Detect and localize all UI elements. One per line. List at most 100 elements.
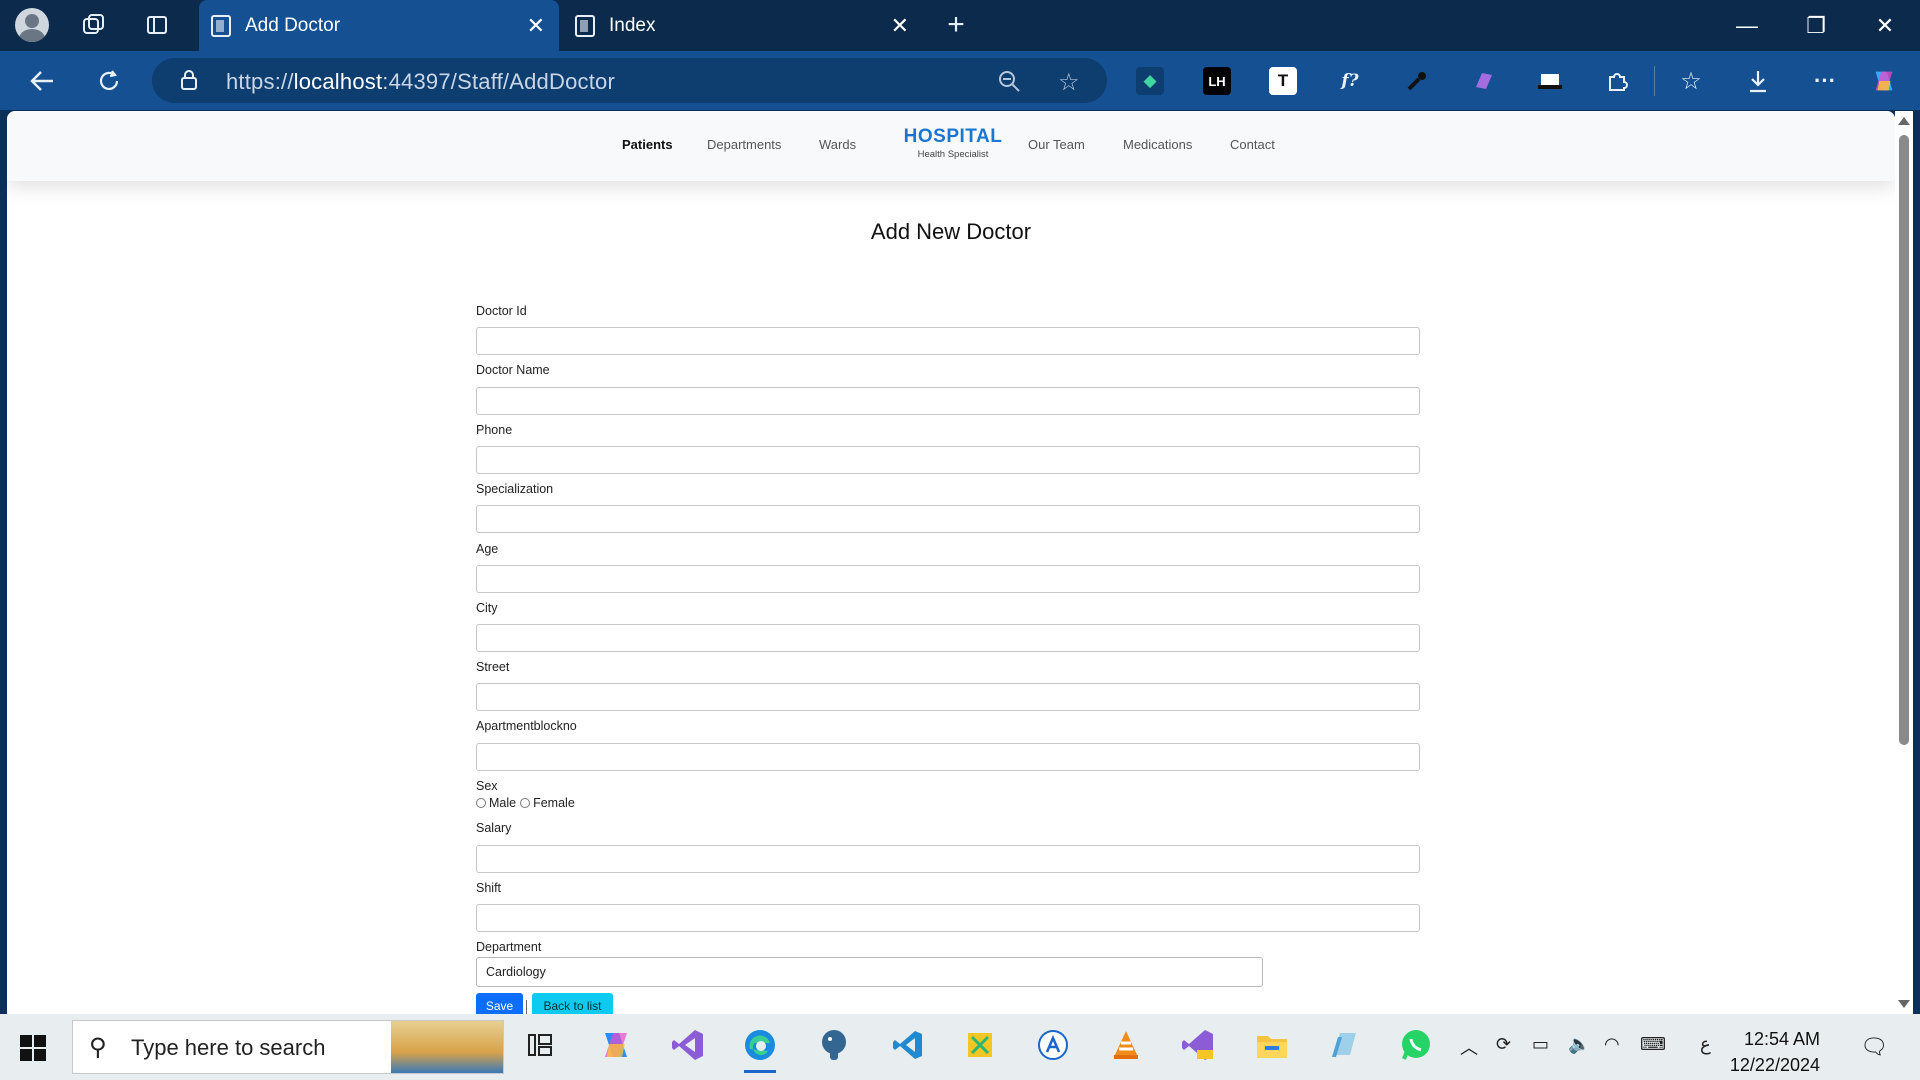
male-radio[interactable] — [476, 798, 486, 808]
scroll-up-arrow-icon[interactable] — [1898, 117, 1910, 125]
copilot-icon[interactable] — [1870, 67, 1898, 95]
back-arrow-icon[interactable] — [24, 63, 60, 99]
downloads-icon[interactable] — [1744, 67, 1772, 95]
new-tab-icon[interactable]: + — [940, 8, 972, 41]
department-select[interactable]: Cardiology — [476, 957, 1263, 987]
city-input[interactable] — [476, 624, 1420, 652]
street-input[interactable] — [476, 683, 1420, 711]
nav-departments[interactable]: Departments — [707, 137, 781, 152]
url-text: https://localhost:44397/Staff/AddDoctor — [226, 69, 615, 94]
vscode-icon[interactable] — [888, 1025, 928, 1065]
zoom-out-icon[interactable] — [997, 69, 1021, 98]
cast-icon[interactable] — [1536, 67, 1564, 95]
nav-contact[interactable]: Contact — [1230, 137, 1275, 152]
visual-studio-preview-icon[interactable] — [1178, 1025, 1218, 1065]
button-separator — [526, 1000, 527, 1014]
specialization-input[interactable] — [476, 505, 1420, 533]
refresh-icon[interactable] — [91, 63, 127, 99]
tab-title: Add Doctor — [245, 14, 341, 36]
apartment-input[interactable] — [476, 743, 1420, 771]
phone-input[interactable] — [476, 446, 1420, 474]
tab-actions-icon[interactable] — [141, 9, 173, 41]
close-tab-icon[interactable]: ✕ — [891, 13, 909, 39]
shift-input[interactable] — [476, 904, 1420, 932]
windows-start-icon[interactable] — [20, 1035, 46, 1061]
task-view-icon[interactable] — [520, 1025, 560, 1065]
notifications-icon[interactable]: 🗨 — [1860, 1034, 1888, 1060]
scroll-down-arrow-icon[interactable] — [1898, 1000, 1910, 1008]
notes-app-icon[interactable] — [1324, 1025, 1364, 1065]
favorites-icon[interactable]: ☆ — [1677, 67, 1705, 95]
tab-title: Index — [609, 14, 656, 36]
brand-logo[interactable]: HOSPITAL Health Specialist — [898, 126, 1008, 160]
nav-medications[interactable]: Medications — [1123, 137, 1192, 152]
tab-add-doctor[interactable]: Add Doctor ✕ — [199, 0, 559, 51]
keyboard-icon[interactable]: ⌨ — [1640, 1034, 1666, 1055]
clock-time: 12:54 AM — [1743, 1029, 1820, 1049]
close-tab-icon[interactable]: ✕ — [527, 13, 545, 39]
wifi-icon[interactable]: ◠ — [1604, 1034, 1620, 1055]
battery-icon[interactable]: ▭ — [1532, 1034, 1549, 1055]
label-sex: Sex — [476, 779, 498, 793]
nav-wards[interactable]: Wards — [819, 137, 856, 152]
lock-icon[interactable] — [180, 69, 198, 96]
minimize-button[interactable]: — — [1712, 0, 1782, 51]
profile-avatar[interactable] — [15, 8, 49, 42]
page-title: Add New Doctor — [870, 219, 1032, 244]
favorite-star-icon[interactable]: ☆ — [1058, 68, 1080, 97]
app-store-icon[interactable] — [1033, 1025, 1073, 1065]
copilot-extension-icon[interactable] — [1470, 67, 1498, 95]
sex-radio-group: Male Female — [476, 796, 575, 810]
save-button[interactable]: Save — [476, 993, 523, 1014]
address-bar[interactable]: https://localhost:44397/Staff/AddDoctor … — [152, 58, 1107, 103]
workspaces-icon[interactable] — [78, 9, 110, 41]
site-navbar: Patients Departments Wards HOSPITAL Heal… — [7, 111, 1895, 181]
doctor-name-input[interactable] — [476, 387, 1420, 415]
visual-studio-icon[interactable] — [668, 1025, 708, 1065]
tab-strip: Add Doctor ✕ Index ✕ + — ❐ ✕ — [0, 0, 1920, 51]
close-window-button[interactable]: ✕ — [1850, 0, 1920, 51]
female-label: Female — [533, 796, 575, 810]
copilot-app-icon[interactable] — [596, 1025, 636, 1065]
salary-input[interactable] — [476, 845, 1420, 873]
sync-status-icon[interactable]: ⟳ — [1496, 1034, 1511, 1055]
page-icon — [211, 14, 231, 37]
female-radio[interactable] — [520, 798, 531, 808]
page-icon — [575, 14, 595, 37]
search-icon: ⚲ — [89, 1034, 107, 1061]
label-department: Department — [476, 940, 542, 954]
age-input[interactable] — [476, 565, 1420, 593]
restore-button[interactable]: ❐ — [1781, 0, 1851, 51]
extensions-puzzle-icon[interactable] — [1603, 67, 1631, 95]
brand-subtitle: Health Specialist — [917, 149, 989, 160]
snipping-tool-icon[interactable] — [960, 1025, 1000, 1065]
label-doctor-name: Doctor Name — [476, 363, 550, 377]
show-hidden-icons-icon[interactable]: ︿ — [1460, 1034, 1478, 1060]
edge-browser-icon[interactable] — [740, 1025, 780, 1073]
scrollbar-thumb[interactable] — [1899, 135, 1909, 745]
input-language[interactable]: ع — [1700, 1034, 1711, 1055]
more-menu-icon[interactable]: ··· — [1811, 67, 1839, 95]
page-scrollbar[interactable] — [1895, 111, 1913, 1014]
label-street: Street — [476, 660, 510, 674]
taskbar-clock[interactable]: 12:54 AM 12/22/2024 — [1720, 1026, 1820, 1078]
eyedropper-icon[interactable] — [1403, 67, 1431, 95]
clock-date: 12/22/2024 — [1729, 1055, 1820, 1075]
extension-lh-icon[interactable]: LH — [1203, 67, 1231, 95]
brand-title: HOSPITAL — [903, 126, 1003, 147]
postgres-icon[interactable] — [814, 1025, 854, 1065]
page-viewport: Patients Departments Wards HOSPITAL Heal… — [7, 111, 1895, 1014]
taskbar-search[interactable]: ⚲ Type here to search — [72, 1020, 504, 1074]
tab-index[interactable]: Index ✕ — [563, 0, 923, 51]
extension-t-icon[interactable]: T — [1269, 67, 1297, 95]
nav-patients[interactable]: Patients — [622, 137, 673, 152]
whatsapp-icon[interactable] — [1396, 1025, 1436, 1065]
extension-f-icon[interactable]: f? — [1336, 67, 1364, 95]
back-to-list-button[interactable]: Back to list — [532, 993, 613, 1014]
vlc-icon[interactable] — [1106, 1025, 1146, 1065]
volume-icon[interactable]: 🔈 — [1568, 1034, 1590, 1055]
extension-dice-icon[interactable]: ◆ — [1136, 67, 1164, 95]
file-explorer-icon[interactable] — [1252, 1025, 1292, 1065]
doctor-id-input[interactable] — [476, 327, 1420, 355]
nav-our-team[interactable]: Our Team — [1028, 137, 1085, 152]
